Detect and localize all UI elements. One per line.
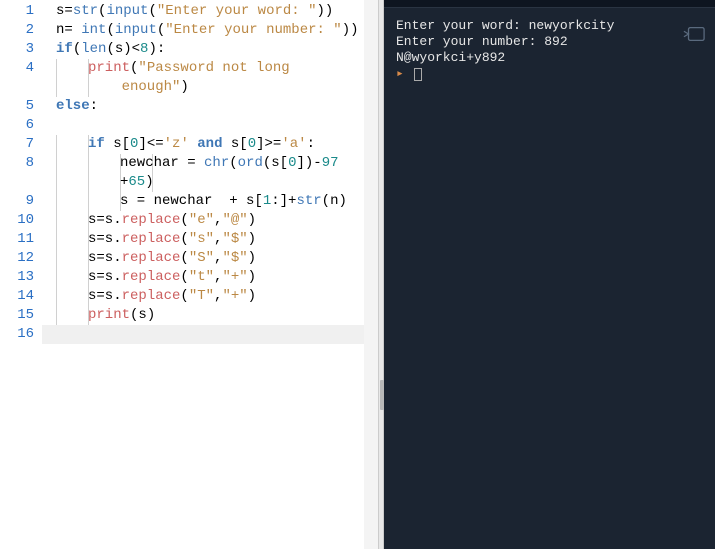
code-line[interactable]: n= int(input("Enter your number: ")) (42, 21, 378, 40)
code-line[interactable]: else: (42, 97, 378, 116)
code-line[interactable]: s=str(input("Enter your word: ")) (42, 2, 378, 21)
code-line[interactable]: s=s.replace("s","$") (42, 230, 378, 249)
line-number: 16 (17, 325, 34, 344)
input-icon (683, 26, 705, 42)
line-number: 11 (17, 230, 34, 249)
terminal-output: Enter your word: newyorkcity Enter your … (384, 8, 715, 92)
code-line[interactable]: if s[0]<='z' and s[0]>='a': (42, 135, 378, 154)
line-number: 3 (26, 40, 34, 59)
code-line[interactable]: print("Password not long enough") (42, 59, 378, 97)
terminal[interactable]: Enter your word: newyorkcity Enter your … (384, 0, 715, 549)
line-number: 6 (26, 116, 34, 135)
line-number: 2 (26, 21, 34, 40)
code-line[interactable]: newchar = chr(ord(s[0])-97+65) (42, 154, 378, 192)
line-number: 9 (26, 192, 34, 211)
line-number: 12 (17, 249, 34, 268)
line-number: 7 (26, 135, 34, 154)
line-number: 5 (26, 97, 34, 116)
line-number: 10 (17, 211, 34, 230)
code-line[interactable]: if(len(s)<8): (42, 40, 378, 59)
code-line[interactable] (42, 116, 378, 135)
code-line[interactable]: s=s.replace("t","+") (42, 268, 378, 287)
line-number-gutter: 12345678910111213141516 (0, 0, 42, 549)
code-line[interactable]: s=s.replace("T","+") (42, 287, 378, 306)
code-editor[interactable]: 12345678910111213141516 s=str(input("Ent… (0, 0, 378, 549)
code-line[interactable] (42, 325, 378, 344)
code-area[interactable]: s=str(input("Enter your word: "))n= int(… (42, 0, 378, 549)
line-number: 1 (26, 2, 34, 21)
line-number: 4 (26, 59, 34, 78)
code-line[interactable]: s = newchar + s[1:]+str(n) (42, 192, 378, 211)
line-number: 13 (17, 268, 34, 287)
code-line[interactable]: s=s.replace("S","$") (42, 249, 378, 268)
code-line[interactable]: s=s.replace("e","@") (42, 211, 378, 230)
line-number: 15 (17, 306, 34, 325)
line-number: 14 (17, 287, 34, 306)
code-line[interactable]: print(s) (42, 306, 378, 325)
line-number: 8 (26, 154, 34, 173)
terminal-tab-bar (384, 0, 715, 8)
